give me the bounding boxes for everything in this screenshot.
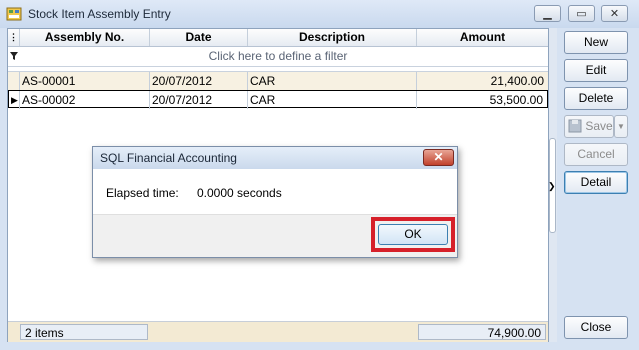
save-label: Save (585, 119, 613, 133)
edit-label: Edit (585, 63, 607, 77)
filter-row[interactable]: Click here to define a filter (8, 47, 548, 67)
table-row[interactable]: ▶ AS-00002 20/07/2012 CAR 53,500.00 (8, 90, 548, 109)
filter-hint: Click here to define a filter (208, 49, 348, 63)
close-button[interactable]: Close (564, 316, 628, 339)
grid-footer: 2 items 74,900.00 (8, 321, 548, 342)
cell-date: 20/07/2012 (150, 91, 248, 109)
expand-panel-icon[interactable]: ❯ (548, 180, 556, 192)
close-label: Close (580, 320, 612, 334)
cancel-button[interactable]: Cancel (564, 143, 628, 166)
cell-description: CAR (248, 91, 417, 109)
row-pointer-icon: ▶ (9, 91, 20, 109)
cancel-label: Cancel (577, 147, 615, 161)
delete-label: Delete (578, 91, 614, 105)
new-button[interactable]: New (564, 31, 628, 54)
dialog-close-button[interactable]: ✕ (423, 149, 454, 166)
minimize-icon: ▁ (543, 8, 552, 20)
ok-label: OK (404, 227, 422, 241)
detail-button[interactable]: Detail (564, 171, 628, 194)
elapsed-time-label: Elapsed time: (106, 186, 179, 200)
total-amount: 74,900.00 (418, 324, 546, 340)
dialog-title: SQL Financial Accounting (100, 151, 237, 165)
delete-button[interactable]: Delete (564, 87, 628, 110)
minimize-button[interactable]: ▁ (534, 5, 561, 22)
maximize-icon: ▭ (576, 8, 587, 20)
save-dropdown-button[interactable]: ▼ (614, 115, 628, 138)
new-label: New (583, 35, 608, 49)
title-bar: Stock Item Assembly Entry ▁ ▭ ✕ (0, 0, 639, 28)
dialog-body: Elapsed time: 0.0000 seconds (93, 169, 457, 214)
cell-amount: 53,500.00 (489, 93, 543, 107)
dialog-divider (93, 214, 457, 215)
cell-description: CAR (248, 72, 417, 90)
close-icon: ✕ (433, 150, 444, 164)
item-count: 2 items (20, 324, 148, 340)
save-button[interactable]: Save (564, 115, 614, 138)
elapsed-time-value: 0.0000 seconds (197, 186, 282, 200)
column-header-assembly-no[interactable]: Assembly No. (20, 29, 150, 46)
detail-label: Detail (580, 175, 612, 189)
column-chooser-icon[interactable]: ⋮ (8, 29, 20, 46)
close-window-button[interactable]: ✕ (601, 5, 628, 22)
column-header-date[interactable]: Date (150, 29, 248, 46)
cell-assembly-no: AS-00001 (20, 72, 150, 90)
cell-amount: 21,400.00 (490, 74, 544, 88)
cell-date: 20/07/2012 (150, 72, 248, 90)
ok-button[interactable]: OK (378, 224, 448, 245)
app-icon (6, 7, 22, 21)
edit-button[interactable]: Edit (564, 59, 628, 82)
column-header-amount[interactable]: Amount (417, 29, 548, 46)
highlight-frame: OK (371, 217, 455, 252)
elapsed-time-dialog: SQL Financial Accounting ✕ Elapsed time:… (92, 146, 458, 258)
table-row[interactable]: AS-00001 20/07/2012 CAR 21,400.00 (8, 71, 548, 91)
window-title: Stock Item Assembly Entry (28, 7, 171, 21)
grid-header: ⋮ Assembly No. Date Description Amount (8, 29, 548, 47)
save-icon (568, 119, 582, 133)
row-indicator (8, 72, 20, 90)
dialog-title-bar: SQL Financial Accounting ✕ (93, 147, 457, 169)
chevron-down-icon: ▼ (617, 122, 625, 131)
cell-assembly-no: AS-00002 (20, 91, 150, 109)
column-header-description[interactable]: Description (248, 29, 417, 46)
maximize-button[interactable]: ▭ (568, 5, 595, 22)
close-icon: ✕ (609, 8, 620, 20)
main-window: Stock Item Assembly Entry ▁ ▭ ✕ ⋮ Assemb… (0, 0, 639, 350)
